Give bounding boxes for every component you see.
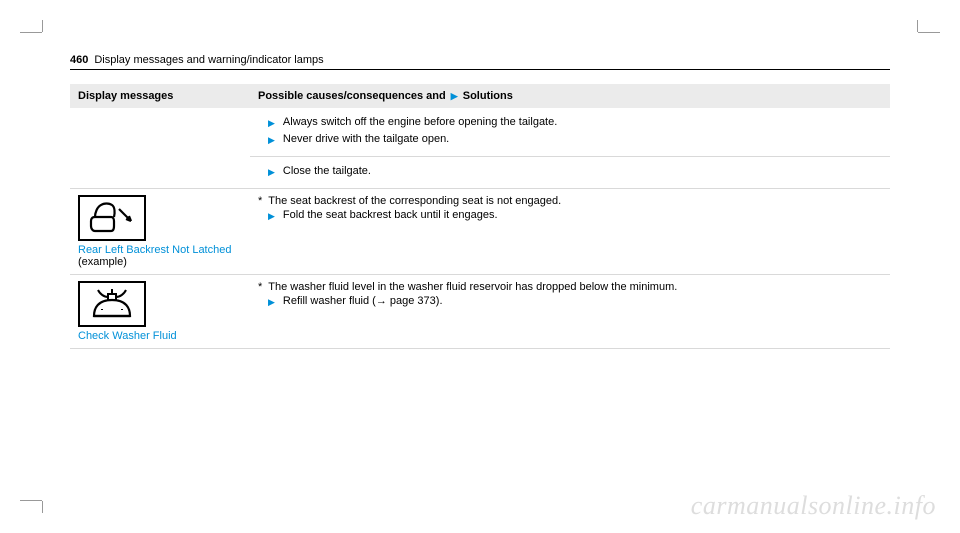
list-item: ▶ Fold the seat backrest back until it e… bbox=[268, 209, 882, 222]
crop-mark bbox=[20, 500, 42, 501]
bullet-text: Never drive with the tailgate open. bbox=[283, 133, 449, 145]
cell-solutions: * The seat backrest of the corresponding… bbox=[250, 189, 890, 275]
crop-mark bbox=[917, 20, 918, 32]
cause-text: The washer fluid level in the washer flu… bbox=[268, 281, 677, 293]
messages-table: Display messages Possible causes/consequ… bbox=[70, 84, 890, 349]
cause-row: * The seat backrest of the corresponding… bbox=[258, 195, 882, 207]
bullet-text: Close the tailgate. bbox=[283, 165, 371, 177]
bullet-text: Refill washer fluid (→ page 373). bbox=[283, 295, 443, 307]
chapter-title: Display messages and warning/indicator l… bbox=[94, 54, 323, 66]
cause-row: * The washer fluid level in the washer f… bbox=[258, 281, 882, 293]
cause-text: The seat backrest of the corresponding s… bbox=[268, 195, 561, 207]
list-item: ▶ Refill washer fluid (→ page 373). bbox=[268, 295, 882, 308]
cell-message: Rear Left Backrest Not Latched (example) bbox=[70, 189, 250, 275]
triangle-icon: ▶ bbox=[451, 91, 458, 101]
crop-mark bbox=[42, 501, 43, 513]
message-label: Rear Left Backrest Not Latched bbox=[78, 244, 231, 256]
triangle-icon: ▶ bbox=[268, 297, 275, 308]
list-item: ▶ Always switch off the engine before op… bbox=[268, 116, 882, 129]
asterisk-icon: * bbox=[258, 281, 262, 293]
sol-text-b: page 373). bbox=[387, 295, 443, 307]
table-row: ▶ Always switch off the engine before op… bbox=[70, 108, 890, 157]
list-item: ▶ Never drive with the tailgate open. bbox=[268, 133, 882, 146]
crop-mark bbox=[918, 32, 940, 33]
message-label: Check Washer Fluid bbox=[78, 330, 177, 342]
cell-empty bbox=[70, 108, 250, 189]
triangle-icon: ▶ bbox=[268, 118, 275, 129]
asterisk-icon: * bbox=[258, 195, 262, 207]
th-solutions: Possible causes/consequences and ▶ Solut… bbox=[250, 84, 890, 108]
sol-text-a: Refill washer fluid ( bbox=[283, 295, 376, 307]
page-number: 460 bbox=[70, 54, 88, 66]
table-row: Check Washer Fluid * The washer fluid le… bbox=[70, 275, 890, 349]
seat-backrest-icon bbox=[78, 195, 146, 241]
seat-svg bbox=[87, 201, 137, 235]
cell-solutions: ▶ Close the tailgate. bbox=[250, 157, 890, 189]
washer-svg bbox=[84, 286, 140, 322]
triangle-icon: ▶ bbox=[268, 167, 275, 178]
crop-mark bbox=[42, 20, 43, 32]
triangle-icon: ▶ bbox=[268, 135, 275, 146]
th-solutions-text: Solutions bbox=[463, 90, 513, 102]
table-row: Rear Left Backrest Not Latched (example)… bbox=[70, 189, 890, 275]
triangle-icon: ▶ bbox=[268, 211, 275, 222]
crop-mark bbox=[20, 32, 42, 33]
bullet-text: Always switch off the engine before open… bbox=[283, 116, 557, 128]
th-display-messages: Display messages bbox=[70, 84, 250, 108]
arrow-icon: → bbox=[376, 295, 387, 307]
message-suffix: (example) bbox=[78, 256, 127, 268]
list-item: ▶ Close the tailgate. bbox=[268, 165, 882, 178]
cell-solutions: ▶ Always switch off the engine before op… bbox=[250, 108, 890, 157]
page-header: 460 Display messages and warning/indicat… bbox=[70, 54, 890, 70]
cell-message: Check Washer Fluid bbox=[70, 275, 250, 349]
watermark: carmanualsonline.info bbox=[691, 491, 936, 521]
bullet-text: Fold the seat backrest back until it eng… bbox=[283, 209, 498, 221]
page-content: 460 Display messages and warning/indicat… bbox=[0, 0, 960, 379]
washer-fluid-icon bbox=[78, 281, 146, 327]
th-causes-text: Possible causes/consequences and bbox=[258, 90, 446, 102]
cell-solutions: * The washer fluid level in the washer f… bbox=[250, 275, 890, 349]
